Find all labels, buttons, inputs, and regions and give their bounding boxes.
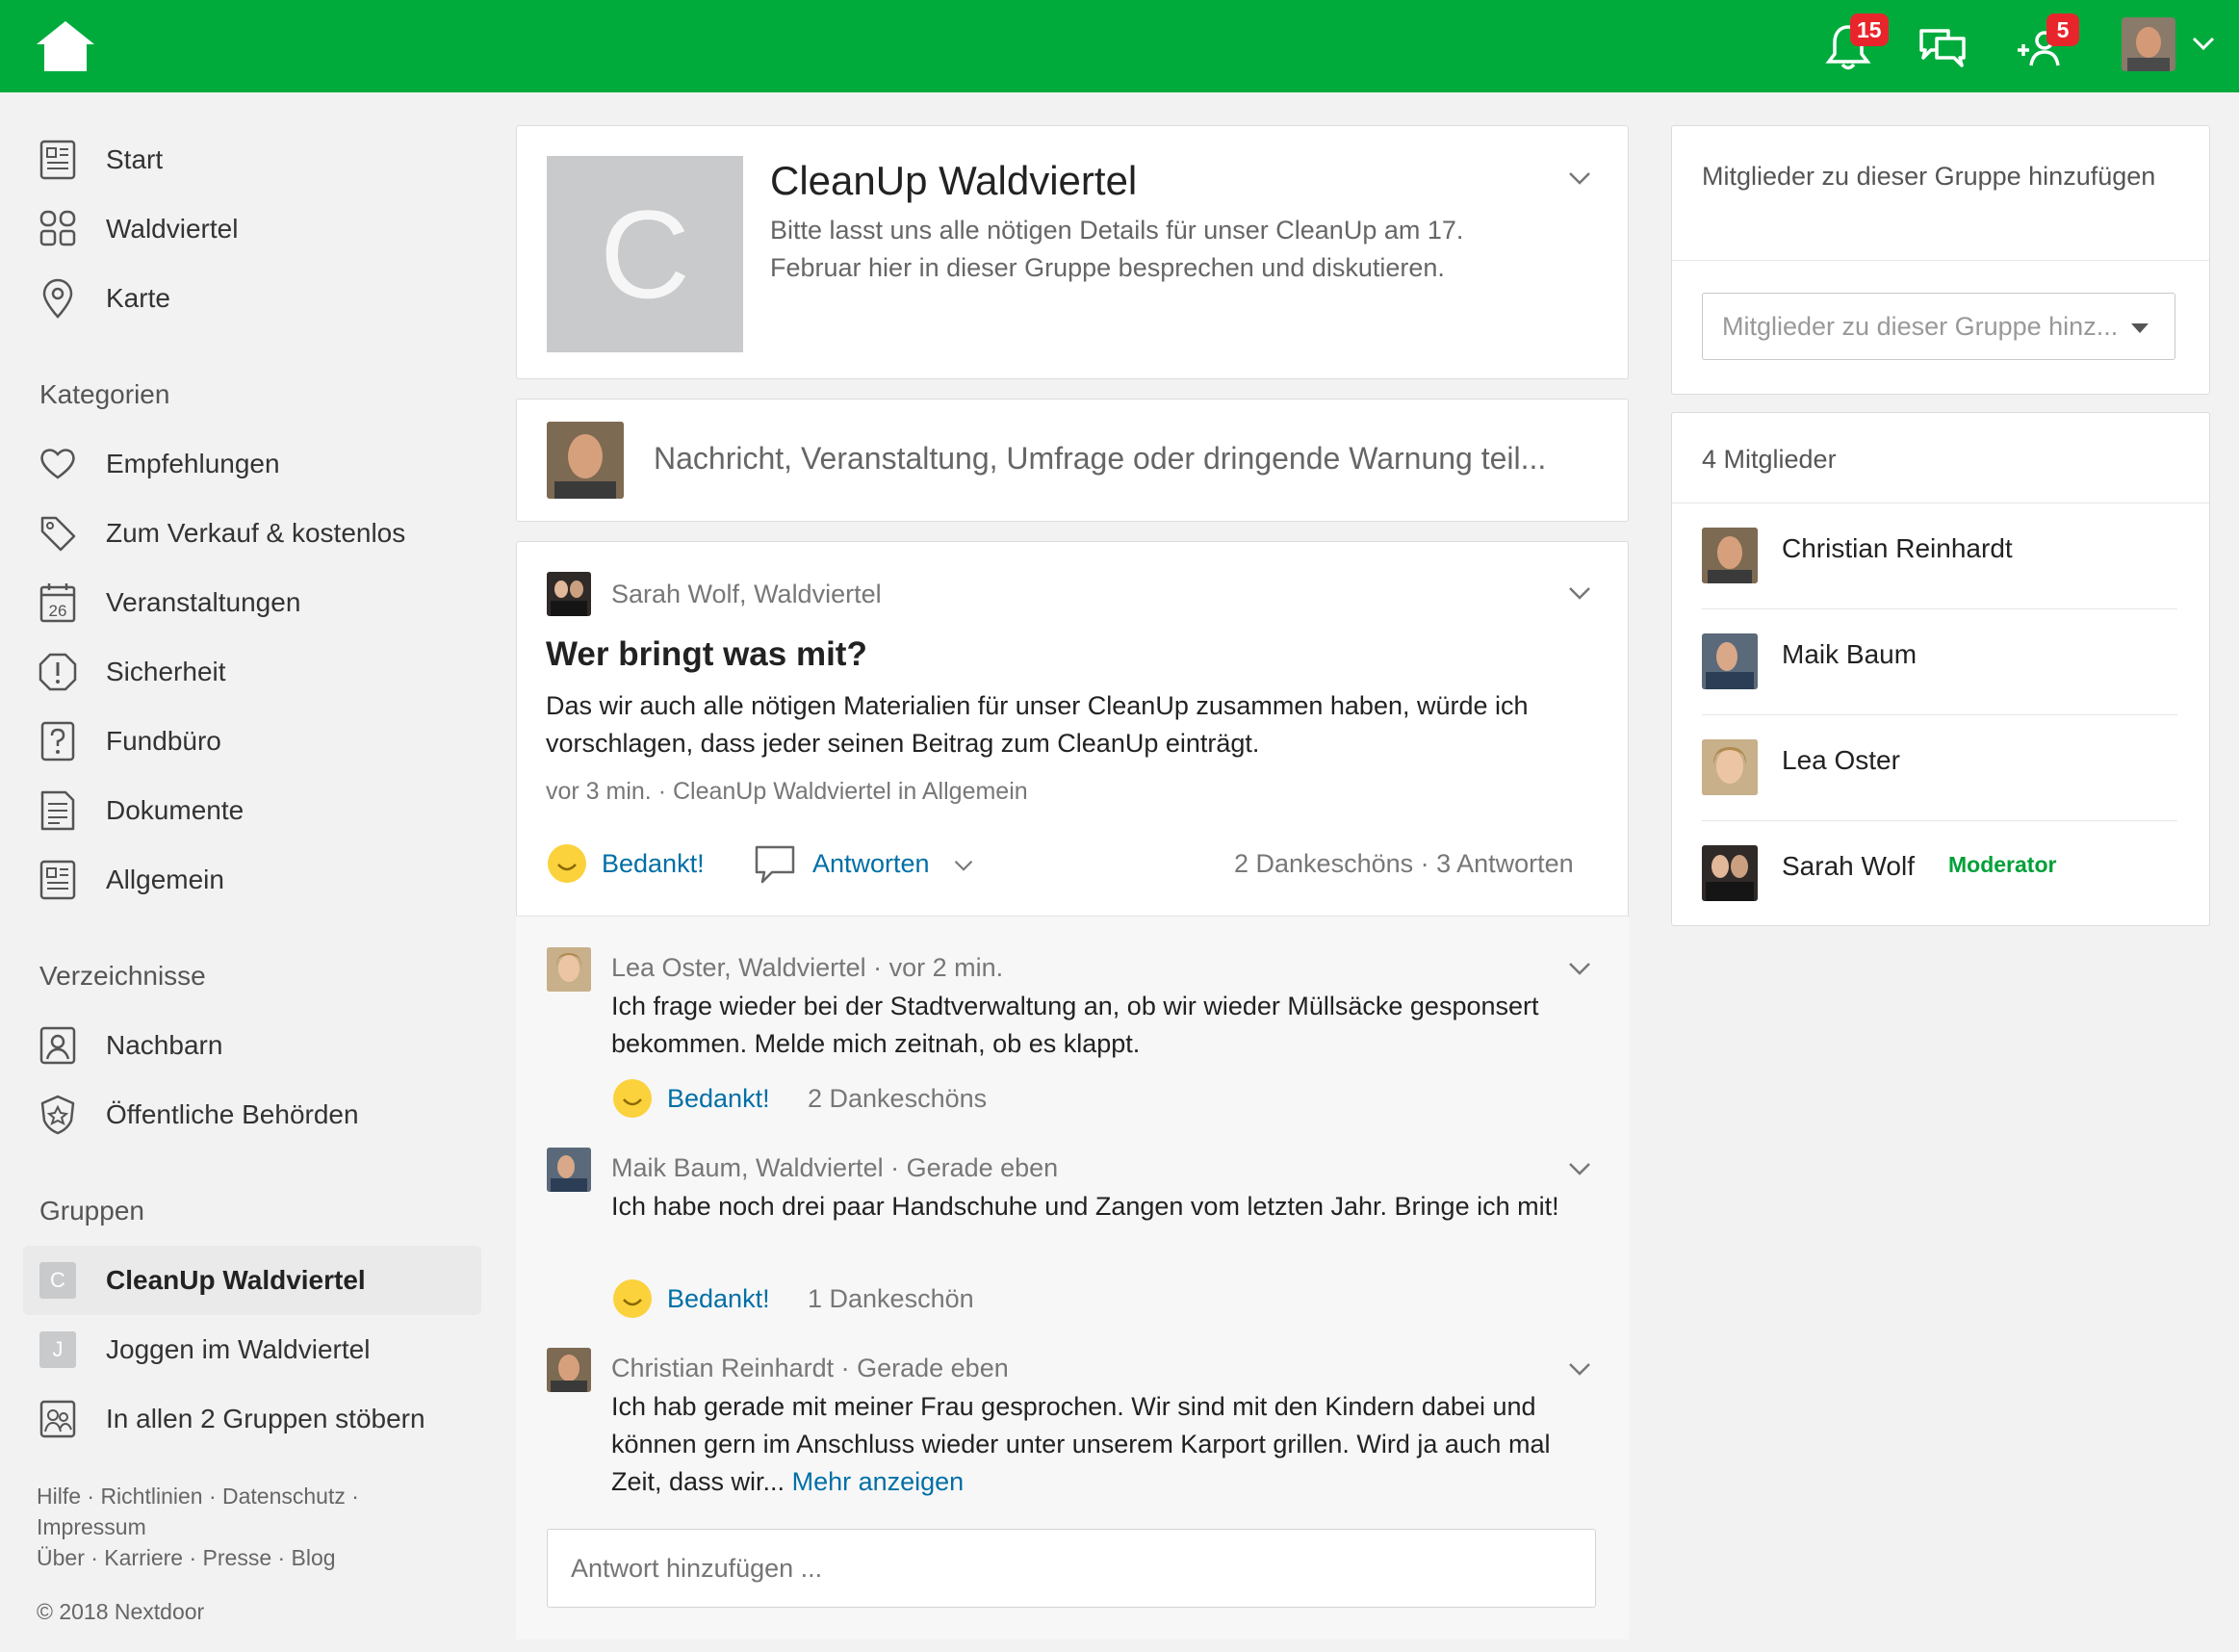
- heart-icon: [39, 443, 77, 485]
- badge-icon: [39, 1094, 77, 1136]
- smiley-icon[interactable]: [612, 1278, 653, 1319]
- chat-bubbles-icon: [1919, 29, 1966, 67]
- comment-header[interactable]: Christian Reinhardt · Gerade eben: [611, 1354, 1009, 1383]
- group-letter-icon: C: [39, 1262, 76, 1299]
- requests-badge: 5: [2046, 13, 2079, 46]
- member-name[interactable]: Lea Oster: [1782, 745, 1900, 776]
- composer-avatar: [547, 422, 624, 499]
- group-description: Bitte lasst uns alle nötigen Details für…: [770, 216, 1464, 282]
- sidebar-item-nachbarn[interactable]: Nachbarn: [23, 1011, 481, 1080]
- thank-button[interactable]: Bedankt!: [667, 1084, 770, 1114]
- svg-text:26: 26: [49, 602, 67, 620]
- reply-button[interactable]: Antworten: [812, 849, 930, 879]
- categories-title: Kategorien: [39, 379, 170, 409]
- comment-header[interactable]: Lea Oster, Waldviertel · vor 2 min.: [611, 953, 1003, 983]
- newspaper-icon: [39, 859, 77, 901]
- reply-input[interactable]: [547, 1529, 1596, 1608]
- post-author[interactable]: Sarah Wolf, Waldviertel: [611, 580, 882, 609]
- smiley-icon[interactable]: [547, 843, 587, 884]
- person-icon: [39, 1024, 77, 1067]
- member-name[interactable]: Sarah Wolf: [1782, 851, 1915, 882]
- copyright: © 2018 Nextdoor: [37, 1599, 205, 1624]
- thanks-count[interactable]: 1 Dankeschön: [808, 1284, 974, 1314]
- sidebar-item-empfehlungen[interactable]: Empfehlungen: [23, 429, 481, 499]
- member-name[interactable]: Christian Reinhardt: [1782, 533, 2013, 564]
- comment-header[interactable]: Maik Baum, Waldviertel · Gerade eben: [611, 1153, 1058, 1183]
- top-bar: 15 5: [0, 0, 2239, 92]
- sidebar-item-browse-groups[interactable]: In allen 2 Gruppen stöbern: [23, 1384, 481, 1454]
- dropdown-caret-icon: [2131, 323, 2149, 333]
- comment-avatar[interactable]: [547, 947, 591, 992]
- post-body: Das wir auch alle nötigen Materialien fü…: [546, 691, 1529, 758]
- chevron-down-icon[interactable]: [953, 859, 974, 872]
- post-meta: vor 3 min. · CleanUp Waldviertel in Allg…: [546, 778, 1028, 805]
- neighbors-icon: [39, 208, 77, 250]
- chevron-down-icon[interactable]: [1567, 961, 1592, 976]
- comment-avatar[interactable]: [547, 1348, 591, 1392]
- user-avatar[interactable]: [2122, 17, 2175, 71]
- reply-bubble-icon[interactable]: [753, 843, 797, 886]
- sidebar-item-waldviertel[interactable]: Waldviertel: [23, 194, 481, 264]
- author-avatar[interactable]: [547, 572, 591, 616]
- requests-button[interactable]: 5: [2014, 13, 2079, 71]
- post-stats[interactable]: 2 Dankeschöns · 3 Antworten: [1234, 849, 1574, 879]
- composer-placeholder[interactable]: Nachricht, Veranstaltung, Umfrage oder d…: [654, 441, 1546, 477]
- directories-title: Verzeichnisse: [39, 961, 206, 991]
- member-avatar[interactable]: [1702, 633, 1758, 689]
- member-avatar[interactable]: [1702, 845, 1758, 901]
- group-letter-icon: J: [39, 1331, 76, 1368]
- newspaper-icon: [39, 139, 77, 181]
- chevron-down-icon[interactable]: [2191, 35, 2216, 52]
- chevron-down-icon[interactable]: [1567, 1361, 1592, 1377]
- add-members-title: Mitglieder zu dieser Gruppe hinzufügen: [1702, 162, 2156, 191]
- sidebar-item-joggen-group[interactable]: J Joggen im Waldviertel: [23, 1315, 481, 1384]
- groups-title: Gruppen: [39, 1196, 144, 1226]
- calendar-icon: 26: [39, 581, 77, 624]
- show-more-link[interactable]: Mehr anzeigen: [792, 1467, 965, 1496]
- moderator-badge: Moderator: [1948, 852, 2057, 877]
- comment-text: Ich habe noch drei paar Handschuhe und Z…: [611, 1192, 1559, 1221]
- footer-links: Hilfe · Richtlinien · Datenschutz · Impr…: [37, 1484, 359, 1570]
- member-name[interactable]: Maik Baum: [1782, 639, 1917, 670]
- chevron-down-icon[interactable]: [1567, 585, 1592, 601]
- thanks-count[interactable]: 2 Dankeschöns: [808, 1084, 987, 1114]
- post-title: Wer bringt was mit?: [546, 635, 867, 673]
- sidebar-item-karte[interactable]: Karte: [23, 264, 481, 333]
- comment-text: Ich hab gerade mit meiner Frau gesproche…: [611, 1392, 1551, 1496]
- notifications-button[interactable]: 15: [1821, 13, 1889, 71]
- thank-button[interactable]: Bedankt!: [602, 849, 705, 879]
- map-pin-icon: [39, 277, 77, 320]
- group-photo: C: [547, 156, 743, 352]
- notifications-badge: 15: [1850, 13, 1889, 46]
- sidebar-item-sicherheit[interactable]: Sicherheit: [23, 637, 481, 707]
- add-members-select[interactable]: Mitglieder zu dieser Gruppe hinz...: [1702, 293, 2175, 360]
- member-avatar[interactable]: [1702, 739, 1758, 795]
- comment-text: Ich frage wieder bei der Stadtverwaltung…: [611, 992, 1539, 1058]
- comment-avatar[interactable]: [547, 1148, 591, 1192]
- question-icon: [39, 720, 77, 762]
- chevron-down-icon[interactable]: [1567, 170, 1592, 186]
- sidebar-item-start[interactable]: Start: [23, 125, 481, 194]
- smiley-icon[interactable]: [612, 1078, 653, 1119]
- sidebar-item-dokumente[interactable]: Dokumente: [23, 776, 481, 845]
- thank-button[interactable]: Bedankt!: [667, 1284, 770, 1314]
- sidebar-item-behoerden[interactable]: Öffentliche Behörden: [23, 1080, 481, 1149]
- tag-icon: [39, 512, 77, 555]
- sidebar-item-cleanup-group[interactable]: C CleanUp Waldviertel: [23, 1246, 481, 1315]
- chevron-down-icon[interactable]: [1567, 1161, 1592, 1176]
- home-icon[interactable]: [35, 19, 96, 73]
- group-title: CleanUp Waldviertel: [770, 158, 1138, 203]
- groups-icon: [39, 1398, 77, 1440]
- member-avatar[interactable]: [1702, 528, 1758, 583]
- sidebar-item-allgemein[interactable]: Allgemein: [23, 845, 481, 915]
- document-icon: [39, 789, 77, 832]
- members-title: 4 Mitglieder: [1702, 445, 1837, 474]
- alert-icon: [39, 651, 77, 693]
- sidebar-item-veranstaltungen[interactable]: 26 Veranstaltungen: [23, 568, 481, 637]
- sidebar-item-verkauf[interactable]: Zum Verkauf & kostenlos: [23, 499, 481, 568]
- sidebar-item-fundbuero[interactable]: Fundbüro: [23, 707, 481, 776]
- messages-button[interactable]: [1916, 21, 1969, 71]
